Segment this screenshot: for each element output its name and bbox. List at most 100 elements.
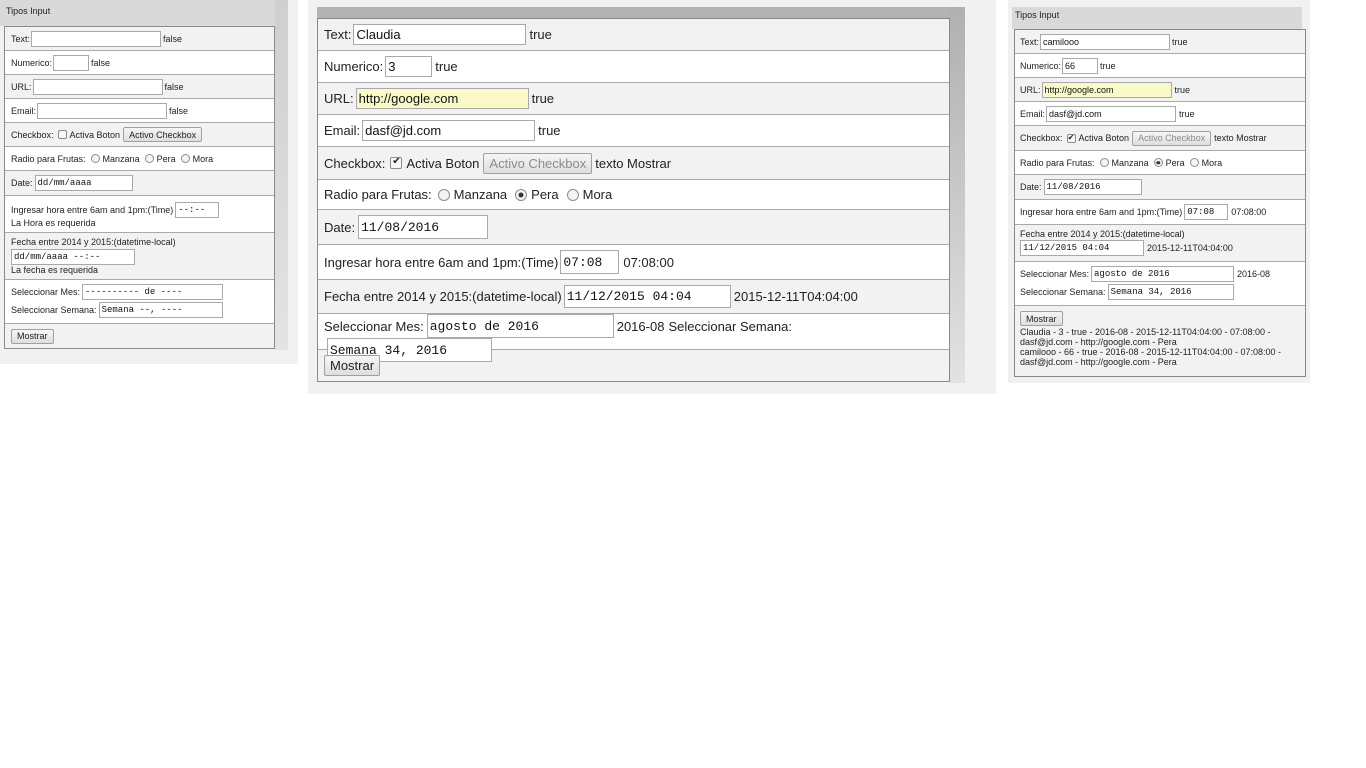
time-input[interactable]: [1184, 204, 1229, 220]
datetime-input[interactable]: [563, 285, 731, 308]
date-input[interactable]: [34, 175, 133, 191]
radio-mora[interactable]: [180, 154, 190, 163]
form-panel-filled-large: Text: true Numerico: true URL: true Emai…: [308, 0, 996, 394]
month-label: Seleccionar Mes:: [11, 287, 81, 297]
radio-manzana[interactable]: [90, 154, 100, 163]
checkbox-option-label: Activa Boton: [406, 155, 480, 171]
radio-manzana[interactable]: [1099, 158, 1109, 167]
radio-pera-label: Pera: [1165, 157, 1185, 168]
datetime-input[interactable]: [11, 249, 135, 265]
datetime-output: 2015-12-11T04:04:00: [733, 289, 858, 304]
form-panel-empty: Tipos Input Text: false Numerico: false …: [0, 0, 298, 364]
submit-row: Mostrar Claudia - 3 - true - 2016-08 - 2…: [1015, 306, 1305, 376]
radio-pera[interactable]: [515, 188, 528, 201]
date-input[interactable]: [1043, 179, 1142, 195]
radio-row: Radio para Frutas: Manzana Pera Mora: [318, 180, 949, 210]
url-row: URL: true: [1015, 78, 1305, 102]
text-input[interactable]: [31, 30, 162, 47]
url-label: URL:: [324, 91, 354, 106]
numeric-valid-status: false: [91, 57, 111, 68]
radio-pera[interactable]: [144, 154, 154, 163]
date-row: Date:: [5, 171, 274, 196]
time-row: Ingresar hora entre 6am and 1pm:(Time) L…: [5, 196, 274, 233]
url-input[interactable]: [355, 88, 529, 109]
activa-boton-checkbox[interactable]: [390, 156, 403, 169]
datetime-row: Fecha entre 2014 y 2015:(datetime-local)…: [318, 280, 949, 314]
radio-manzana-label: Manzana: [1111, 157, 1149, 168]
text-valid-status: true: [1172, 36, 1188, 47]
email-valid-status: true: [538, 123, 561, 138]
radio-pera-label: Pera: [531, 187, 559, 202]
email-input[interactable]: [1046, 105, 1177, 122]
datetime-error: La fecha es requerida: [11, 265, 99, 275]
result-line: Claudia - 3 - true - 2016-08 - 2015-12-1…: [1020, 327, 1271, 347]
panel-side-gradient: [949, 7, 965, 383]
radio-label: Radio para Frutas:: [11, 153, 86, 164]
submit-row: Mostrar: [5, 324, 274, 348]
activa-boton-checkbox[interactable]: [1066, 133, 1076, 143]
url-valid-status: false: [164, 81, 184, 92]
numeric-valid-status: true: [435, 59, 458, 74]
numeric-row: Numerico: true: [318, 51, 949, 83]
email-valid-status: true: [1179, 108, 1195, 119]
datetime-label: Fecha entre 2014 y 2015:(datetime-local): [11, 237, 176, 247]
mostrar-button[interactable]: Mostrar: [324, 355, 381, 376]
activa-boton-checkbox[interactable]: [57, 130, 67, 139]
email-label: Email:: [11, 105, 37, 116]
month-label: Seleccionar Mes:: [324, 318, 424, 334]
numeric-row: Numerico: false: [5, 51, 274, 75]
checkbox-row: Checkbox: Activa Boton Activo Checkbox t…: [318, 147, 949, 180]
activo-checkbox-button[interactable]: Activo Checkbox: [123, 127, 203, 142]
url-input[interactable]: [32, 78, 163, 95]
radio-manzana[interactable]: [437, 188, 450, 201]
checkbox-row: Checkbox: Activa Boton Activo Checkbox t…: [1015, 126, 1305, 151]
email-input[interactable]: [37, 102, 168, 119]
url-valid-status: true: [1174, 84, 1191, 95]
numeric-label: Numerico:: [324, 59, 384, 74]
time-label: Ingresar hora entre 6am and 1pm:(Time): [11, 205, 174, 215]
url-input[interactable]: [1041, 81, 1172, 98]
mostrar-button[interactable]: Mostrar: [1020, 311, 1063, 326]
radio-label: Radio para Frutas:: [324, 187, 432, 202]
datetime-output: 2015-12-11T04:04:00: [1147, 243, 1233, 253]
week-input[interactable]: [98, 302, 223, 318]
radio-label: Radio para Frutas:: [1020, 157, 1095, 168]
month-week-row: Seleccionar Mes: 2016-08 Seleccionar Sem…: [1015, 262, 1305, 306]
week-input[interactable]: [1107, 284, 1234, 300]
email-row: Email: false: [5, 99, 274, 123]
mostrar-button[interactable]: Mostrar: [11, 328, 54, 344]
numeric-input[interactable]: [1062, 57, 1099, 74]
activo-checkbox-button[interactable]: Activo Checkbox: [1132, 130, 1212, 146]
numeric-label: Numerico:: [1020, 60, 1062, 71]
datetime-input[interactable]: [1020, 240, 1144, 256]
time-label: Ingresar hora entre 6am and 1pm:(Time): [324, 254, 559, 270]
checkbox-option-label: Activa Boton: [1078, 133, 1130, 143]
text-label: Text:: [1020, 36, 1040, 47]
time-input[interactable]: [560, 250, 620, 274]
activo-checkbox-button[interactable]: Activo Checkbox: [483, 152, 593, 174]
numeric-input[interactable]: [53, 54, 90, 71]
text-input[interactable]: [1040, 33, 1171, 50]
month-week-row: Seleccionar Mes: Seleccionar Semana:: [5, 280, 274, 324]
radio-mora-label: Mora: [1201, 157, 1223, 168]
month-input[interactable]: [1091, 266, 1235, 282]
email-label: Email:: [324, 123, 361, 138]
date-input[interactable]: [358, 215, 489, 239]
panel-side-gradient: [275, 0, 288, 350]
numeric-input[interactable]: [385, 56, 433, 77]
radio-mora[interactable]: [566, 188, 579, 201]
text-row: Text: false: [5, 27, 274, 51]
time-input[interactable]: [175, 202, 220, 218]
radio-mora[interactable]: [1189, 158, 1199, 167]
month-input[interactable]: [82, 284, 224, 300]
text-label: Text:: [324, 27, 352, 42]
week-label: Seleccionar Semana:: [668, 318, 793, 334]
text-valid-status: true: [529, 27, 552, 42]
text-input[interactable]: [353, 24, 527, 45]
email-input[interactable]: [362, 120, 536, 141]
checkbox-output-text: texto Mostrar: [595, 155, 672, 171]
radio-pera-label: Pera: [156, 153, 176, 164]
time-error: La Hora es requerida: [11, 218, 96, 228]
radio-pera[interactable]: [1153, 158, 1163, 167]
month-input[interactable]: [426, 314, 614, 338]
